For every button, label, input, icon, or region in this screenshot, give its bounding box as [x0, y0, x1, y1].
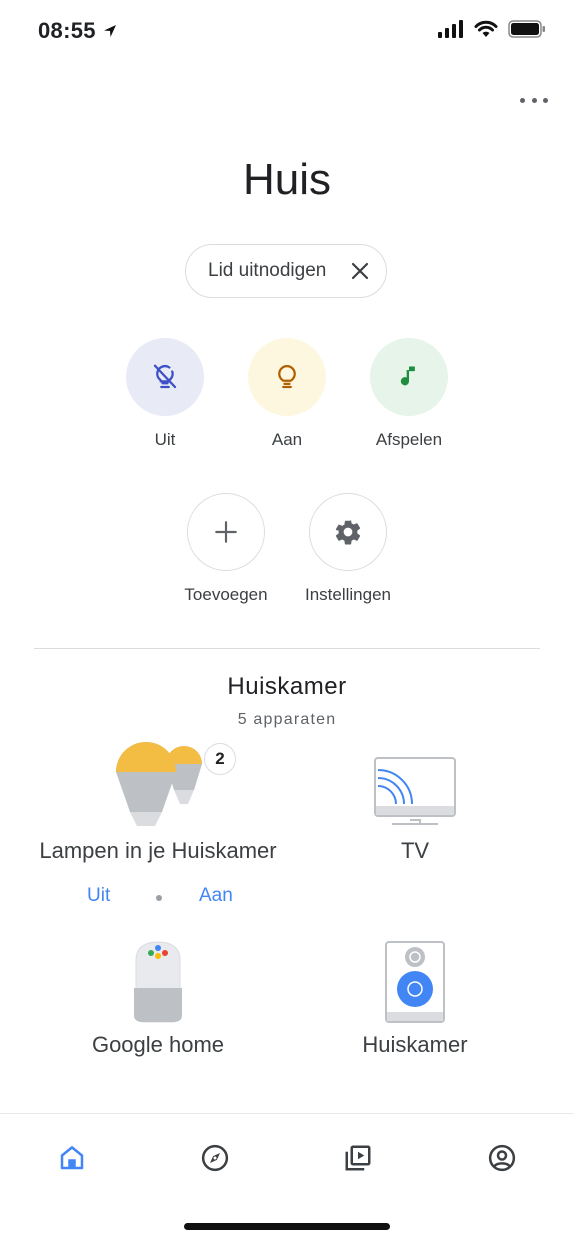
tv-icon[interactable]: [372, 756, 458, 828]
account-icon[interactable]: [482, 1138, 522, 1178]
music-note-icon: [370, 338, 448, 416]
home-icon[interactable]: [52, 1138, 92, 1178]
add-label: Toevoegen: [184, 585, 268, 604]
more-options-icon[interactable]: [520, 90, 548, 110]
play-button[interactable]: Afspelen: [339, 338, 479, 450]
lights-on-label: Aan: [271, 430, 303, 449]
settings-button[interactable]: Instellingen: [278, 493, 418, 605]
battery-icon: [508, 20, 545, 38]
invite-label: Lid uitnodigen: [208, 260, 327, 281]
lights-on-button[interactable]: Aan: [217, 338, 357, 450]
google-home-label[interactable]: Google home: [20, 1032, 296, 1058]
divider: [34, 648, 540, 649]
lights-off-label: Uit: [154, 430, 176, 449]
status-icons: [438, 20, 546, 38]
explore-icon[interactable]: [195, 1138, 235, 1178]
lightbulb-icon: [248, 338, 326, 416]
add-button[interactable]: Toevoegen: [156, 493, 296, 605]
play-label: Afspelen: [375, 430, 443, 449]
status-time: 08:55: [38, 18, 118, 44]
settings-label: Instellingen: [304, 585, 391, 604]
page-title: Huis: [242, 155, 332, 204]
lights-off-button[interactable]: Uit: [95, 338, 235, 450]
tv-label[interactable]: TV: [300, 838, 530, 864]
invite-member-chip[interactable]: Lid uitnodigen: [185, 244, 387, 298]
light-off-icon: [126, 338, 204, 416]
signal-icon: [438, 20, 463, 38]
lamps-label[interactable]: Lampen in je Huiskamer: [20, 838, 296, 864]
location-arrow-icon: [104, 25, 117, 37]
google-home-icon[interactable]: [130, 940, 186, 1024]
plus-icon: [187, 493, 265, 571]
speaker-icon[interactable]: [384, 940, 446, 1024]
home-indicator: [184, 1223, 390, 1230]
speaker-label[interactable]: Huiskamer: [300, 1032, 530, 1058]
lamps-off-link[interactable]: Uit: [87, 885, 110, 907]
close-icon[interactable]: [348, 259, 372, 283]
lamps-on-link[interactable]: Aan: [199, 885, 233, 907]
room-device-count: 5 apparaten: [237, 711, 337, 728]
device-count-badge: 2: [204, 743, 236, 775]
room-title: Huiskamer: [227, 673, 347, 700]
wifi-icon: [474, 20, 498, 37]
media-icon[interactable]: [338, 1138, 378, 1178]
gear-icon: [309, 493, 387, 571]
separator-dot: [156, 895, 162, 901]
